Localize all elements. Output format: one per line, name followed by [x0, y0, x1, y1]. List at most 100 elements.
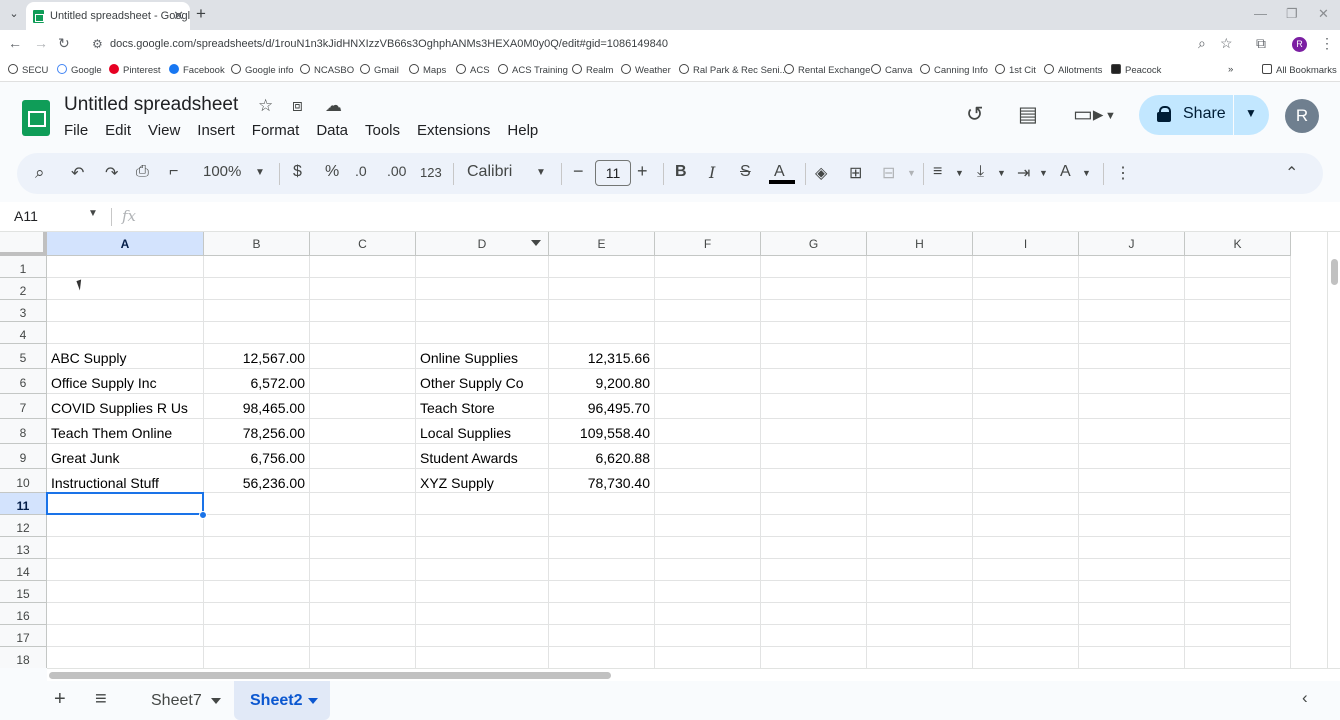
cell-f11[interactable]: [655, 493, 761, 515]
cell-d11[interactable]: [416, 493, 549, 515]
horizontal-scrollbar[interactable]: [47, 668, 1340, 681]
cell-e18[interactable]: [549, 647, 655, 668]
row-header-7[interactable]: 7: [0, 394, 47, 419]
star-icon[interactable]: ☆: [258, 96, 273, 116]
cell-f18[interactable]: [655, 647, 761, 668]
cell-d1[interactable]: [416, 256, 549, 278]
decrease-decimal-button[interactable]: .0: [355, 163, 367, 179]
row-header-9[interactable]: 9: [0, 444, 47, 469]
cell-e10[interactable]: 78,730.40: [549, 469, 655, 493]
cell-f2[interactable]: [655, 278, 761, 300]
cell-c6[interactable]: [310, 369, 416, 394]
cell-f3[interactable]: [655, 300, 761, 322]
cell-e1[interactable]: [549, 256, 655, 278]
cell-d10[interactable]: XYZ Supply: [416, 469, 549, 493]
cell-f5[interactable]: [655, 344, 761, 369]
sheet-menu-icon[interactable]: [308, 698, 318, 704]
cell-i12[interactable]: [973, 515, 1079, 537]
cell-j10[interactable]: [1079, 469, 1185, 493]
bookmark-gmail[interactable]: Gmail: [360, 64, 399, 76]
cell-c8[interactable]: [310, 419, 416, 444]
share-button[interactable]: Share ▼: [1139, 95, 1269, 135]
cell-b9[interactable]: 6,756.00: [204, 444, 310, 469]
account-avatar[interactable]: R: [1285, 99, 1319, 133]
currency-format-button[interactable]: $: [293, 163, 302, 181]
cell-k2[interactable]: [1185, 278, 1291, 300]
cell-i10[interactable]: [973, 469, 1079, 493]
cell-h10[interactable]: [867, 469, 973, 493]
cell-k4[interactable]: [1185, 322, 1291, 344]
cell-k9[interactable]: [1185, 444, 1291, 469]
menu-help[interactable]: Help: [507, 122, 538, 139]
cell-g5[interactable]: [761, 344, 867, 369]
bookmark-weather[interactable]: Weather: [621, 64, 671, 76]
menu-file[interactable]: File: [64, 122, 88, 139]
search-menus-icon[interactable]: ⌕: [35, 163, 45, 183]
cell-j7[interactable]: [1079, 394, 1185, 419]
cell-e13[interactable]: [549, 537, 655, 559]
cell-e6[interactable]: 9,200.80: [549, 369, 655, 394]
cell-e4[interactable]: [549, 322, 655, 344]
cell-k15[interactable]: [1185, 581, 1291, 603]
cell-i14[interactable]: [973, 559, 1079, 581]
fill-color-icon[interactable]: ◈: [815, 163, 827, 183]
forward-icon[interactable]: →: [34, 35, 48, 51]
fill-handle[interactable]: [199, 511, 207, 519]
zoom-icon[interactable]: ⌕: [1198, 35, 1206, 52]
sheets-logo-icon[interactable]: [22, 100, 50, 136]
bookmark-facebook[interactable]: Facebook: [169, 64, 225, 76]
cell-k8[interactable]: [1185, 419, 1291, 444]
cell-d8[interactable]: Local Supplies: [416, 419, 549, 444]
column-header-f[interactable]: F: [655, 232, 761, 256]
cell-d12[interactable]: [416, 515, 549, 537]
cell-d15[interactable]: [416, 581, 549, 603]
row-header-17[interactable]: 17: [0, 625, 47, 647]
row-header-13[interactable]: 13: [0, 537, 47, 559]
zoom-dropdown-icon[interactable]: ▼: [255, 167, 265, 178]
bookmark-rental-exchange[interactable]: Rental Exchange: [784, 64, 870, 76]
cell-b4[interactable]: [204, 322, 310, 344]
cell-d3[interactable]: [416, 300, 549, 322]
bookmark-realm[interactable]: Realm: [572, 64, 613, 76]
cell-f12[interactable]: [655, 515, 761, 537]
cell-k14[interactable]: [1185, 559, 1291, 581]
cell-g16[interactable]: [761, 603, 867, 625]
cell-f13[interactable]: [655, 537, 761, 559]
cell-a2[interactable]: [47, 278, 204, 300]
rotation-dropdown-icon[interactable]: ▼: [1082, 168, 1091, 178]
bookmark-google-info[interactable]: Google info: [231, 64, 294, 76]
row-header-1[interactable]: 1: [0, 256, 47, 278]
cell-k5[interactable]: [1185, 344, 1291, 369]
cell-i15[interactable]: [973, 581, 1079, 603]
cell-e16[interactable]: [549, 603, 655, 625]
bookmark-ral-park[interactable]: Ral Park & Rec Seni...: [679, 64, 788, 76]
bookmark-acs-training[interactable]: ACS Training: [498, 64, 568, 76]
tab-search-icon[interactable]: ⌄: [6, 6, 22, 22]
meet-icon[interactable]: ▭▸: [1073, 102, 1103, 127]
cell-b8[interactable]: 78,256.00: [204, 419, 310, 444]
cell-b7[interactable]: 98,465.00: [204, 394, 310, 419]
redo-icon[interactable]: ↷: [105, 163, 118, 183]
cell-f10[interactable]: [655, 469, 761, 493]
cell-k18[interactable]: [1185, 647, 1291, 668]
cell-i11[interactable]: [973, 493, 1079, 515]
bookmark-secu[interactable]: SECU: [8, 64, 48, 76]
cell-b3[interactable]: [204, 300, 310, 322]
menu-view[interactable]: View: [148, 122, 180, 139]
cell-i9[interactable]: [973, 444, 1079, 469]
cell-h14[interactable]: [867, 559, 973, 581]
close-window-icon[interactable]: ✕: [1318, 6, 1329, 22]
cell-i17[interactable]: [973, 625, 1079, 647]
cell-k6[interactable]: [1185, 369, 1291, 394]
cell-k13[interactable]: [1185, 537, 1291, 559]
cell-j8[interactable]: [1079, 419, 1185, 444]
cell-k7[interactable]: [1185, 394, 1291, 419]
cell-k1[interactable]: [1185, 256, 1291, 278]
cell-j15[interactable]: [1079, 581, 1185, 603]
wrap-dropdown-icon[interactable]: ▼: [1039, 168, 1048, 178]
cell-f16[interactable]: [655, 603, 761, 625]
cell-g4[interactable]: [761, 322, 867, 344]
cell-k16[interactable]: [1185, 603, 1291, 625]
minimize-icon[interactable]: —: [1254, 6, 1267, 21]
cell-i13[interactable]: [973, 537, 1079, 559]
